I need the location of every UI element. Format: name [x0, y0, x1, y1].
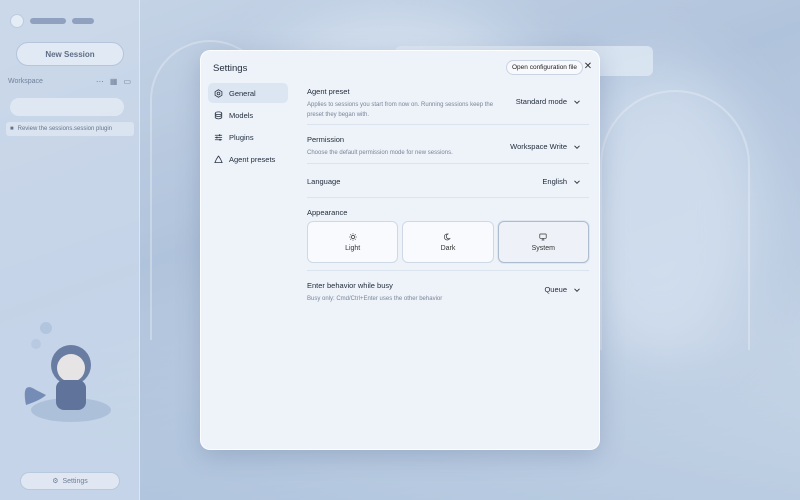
- setting-description: Busy only: Cmd/Ctrl+Enter uses the other…: [307, 296, 443, 302]
- sliders-icon: [213, 132, 223, 142]
- theme-label: Light: [345, 244, 361, 252]
- permission-select[interactable]: Workspace Write: [510, 142, 581, 151]
- theme-label: Dark: [440, 244, 456, 252]
- settings-content: Agent preset Applies to sessions you sta…: [307, 83, 589, 315]
- close-icon[interactable]: ✕: [582, 61, 594, 73]
- chevron-down-icon: [574, 144, 580, 149]
- setting-language: Language English: [307, 164, 589, 198]
- nav-item-label: Agent presets: [229, 154, 276, 164]
- chevron-down-icon: [574, 287, 580, 292]
- theme-option-system[interactable]: System: [497, 221, 589, 263]
- nav-item-label: Models: [229, 110, 254, 120]
- agent-preset-select[interactable]: Standard mode: [516, 97, 581, 106]
- dialog-title: Settings: [213, 63, 248, 74]
- hexagon-icon: [213, 88, 223, 98]
- setting-appearance: Appearance Light Dark System: [307, 198, 589, 271]
- chevron-down-icon: [574, 99, 580, 104]
- theme-label: System: [531, 244, 555, 252]
- chevron-down-icon: [574, 179, 580, 184]
- setting-busy-behavior: Enter behavior while busy Busy only: Cmd…: [307, 271, 589, 315]
- settings-nav: General Models Plugins Agent presets: [208, 83, 288, 171]
- setting-description: Applies to sessions you start from now o…: [307, 102, 494, 118]
- busy-behavior-select[interactable]: Queue: [544, 285, 581, 294]
- nav-item-label: General: [229, 88, 256, 98]
- sun-icon: [348, 232, 357, 241]
- select-value: Queue: [544, 285, 567, 294]
- select-value: English: [542, 177, 567, 186]
- nav-item-general[interactable]: General: [208, 83, 288, 103]
- recycle-icon: [213, 154, 223, 164]
- nav-item-agent-presets[interactable]: Agent presets: [208, 149, 288, 169]
- open-config-button[interactable]: Open configuration file: [506, 60, 584, 75]
- moon-icon: [443, 233, 451, 240]
- database-icon: [213, 110, 223, 120]
- theme-option-light[interactable]: Light: [307, 221, 399, 263]
- theme-option-dark[interactable]: Dark: [402, 221, 494, 263]
- select-value: Workspace Write: [510, 142, 567, 151]
- setting-agent-preset: Agent preset Applies to sessions you sta…: [307, 83, 589, 125]
- nav-item-models[interactable]: Models: [208, 105, 288, 125]
- language-select[interactable]: English: [542, 177, 581, 186]
- select-value: Standard mode: [515, 97, 567, 106]
- theme-options: Light Dark System: [307, 221, 589, 263]
- nav-item-label: Plugins: [229, 132, 254, 142]
- nav-item-plugins[interactable]: Plugins: [208, 127, 288, 147]
- monitor-icon: [539, 233, 547, 240]
- setting-title: Agent preset: [307, 87, 350, 96]
- setting-title: Appearance: [307, 208, 348, 217]
- settings-dialog: Settings Open configuration file ✕ Gener…: [200, 50, 600, 450]
- setting-permission: Permission Choose the default permission…: [307, 125, 589, 164]
